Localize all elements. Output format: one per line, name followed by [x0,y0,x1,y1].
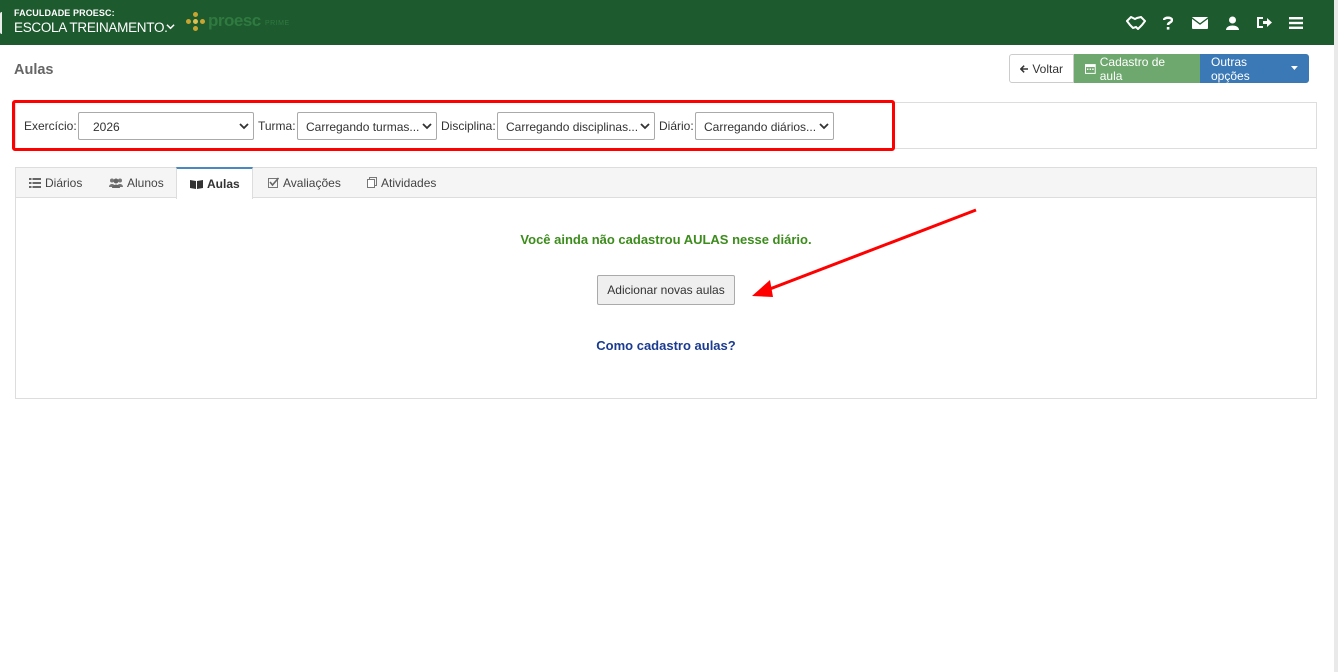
window-scrollbar[interactable] [1334,0,1338,672]
annotation-arrow-icon [752,208,977,297]
envelope-icon[interactable] [1184,0,1216,45]
calendar-icon [1085,64,1096,74]
tab-avaliacoes-label: Avaliações [283,175,341,190]
list-icon [29,177,41,188]
tab-avaliacoes[interactable]: Avaliações [268,167,341,198]
tab-panel-footer [15,398,1317,409]
back-button-label: Voltar [1032,61,1063,76]
institution-label: FACULDADE PROESC: [14,8,115,18]
handshake-icon[interactable] [1120,0,1152,45]
caret-down-icon [1291,66,1298,70]
book-icon [190,180,203,189]
other-options-button[interactable]: Outras opções [1200,54,1309,83]
user-icon[interactable] [1216,0,1248,45]
menu-icon[interactable] [1280,0,1312,45]
lesson-register-label: Cadastro de aula [1099,54,1166,83]
checkbox-icon [268,177,279,188]
copy-icon [367,177,377,188]
tab-atividades[interactable]: Atividades [367,167,436,198]
logout-icon[interactable] [1248,0,1280,45]
top-navbar: FACULDADE PROESC: ESCOLA TREINAMENTO. pr… [0,0,1334,45]
tab-alunos-label: Alunos [127,175,164,190]
help-link: Como cadastro aulas? [0,338,1332,353]
question-icon[interactable] [1152,0,1184,45]
logo-subtext: PRIME [265,20,290,27]
page-title: Aulas [14,62,54,78]
arrow-left-icon [1020,64,1029,73]
help-link-text[interactable]: Como cadastro aulas? [596,338,735,353]
logo-dots-icon [186,12,206,32]
tab-alunos[interactable]: Alunos [109,167,164,198]
tab-aulas-label: Aulas [207,177,240,191]
filters-highlight-annotation [12,100,895,151]
institution-selector[interactable]: ESCOLA TREINAMENTO. [14,20,168,35]
tab-aulas[interactable]: Aulas [176,167,253,199]
empty-state-message: Você ainda não cadastrou AULAS nesse diá… [520,232,812,247]
lesson-register-button[interactable]: Cadastro de aula [1074,54,1200,83]
chevron-down-icon[interactable] [166,20,175,34]
tab-diarios-label: Diários [45,175,83,190]
other-options-label: Outras opções [1211,54,1250,83]
back-button[interactable]: Voltar [1009,54,1074,83]
tab-diarios[interactable]: Diários [29,167,82,198]
logo-text: proesc [208,11,261,30]
sidebar-toggle-handle[interactable] [0,12,4,34]
users-icon [109,178,123,188]
tab-atividades-label: Atividades [381,175,437,190]
add-lessons-button[interactable]: Adicionar novas aulas [597,275,735,305]
